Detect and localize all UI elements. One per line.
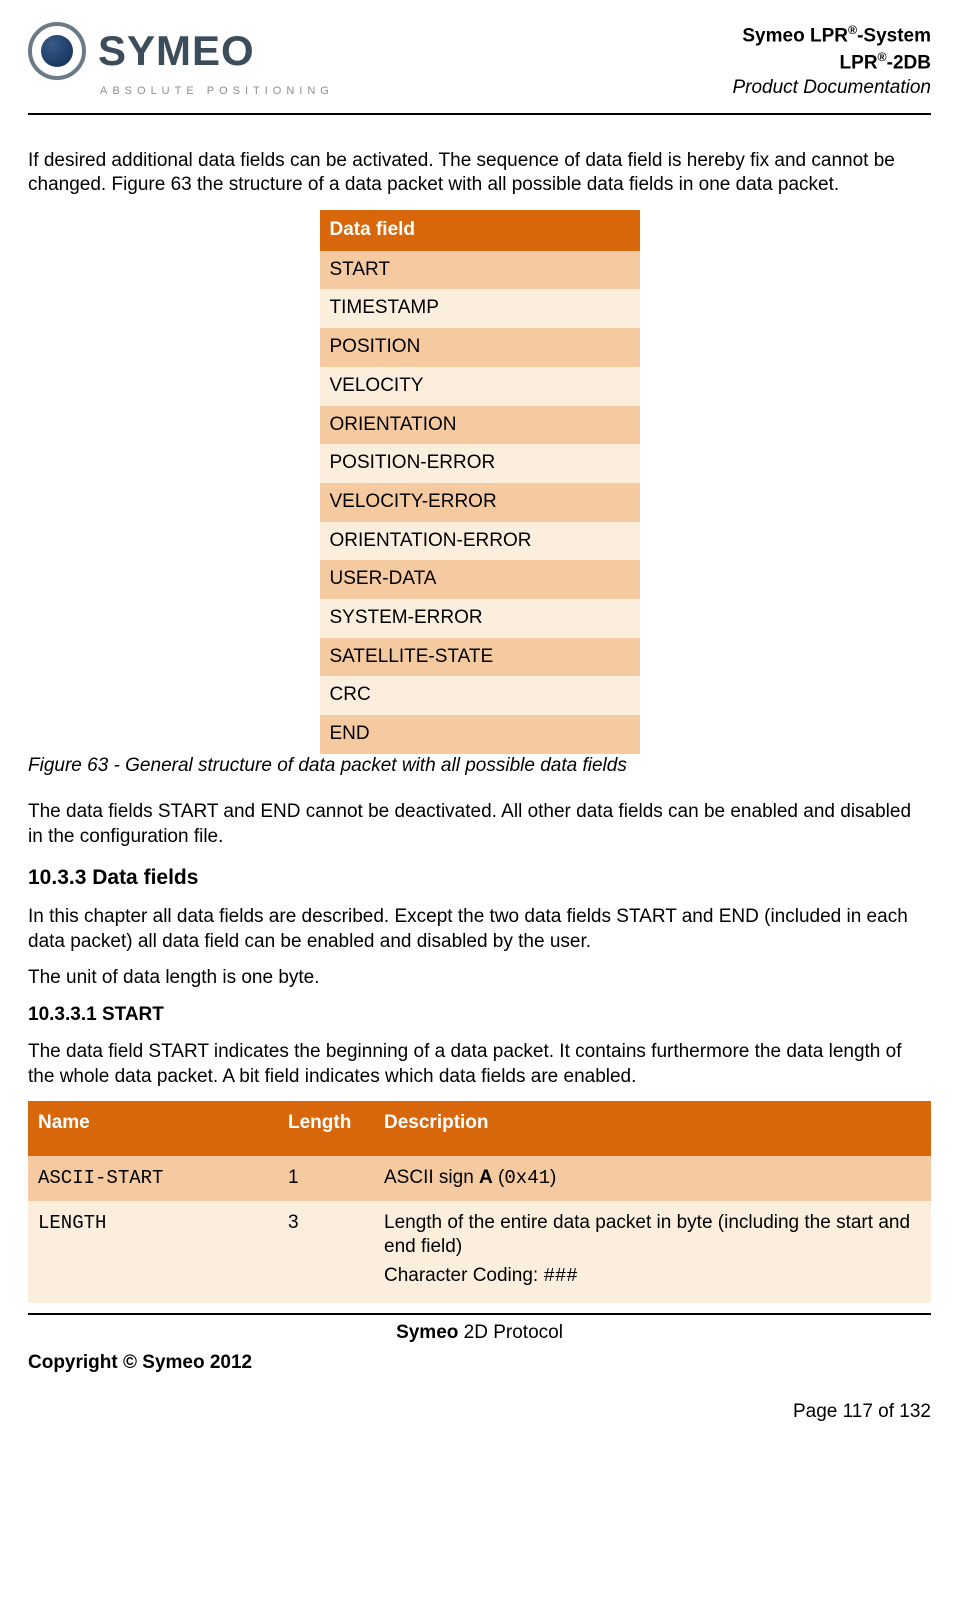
figure-caption: Figure 63 - General structure of data pa…: [28, 754, 931, 779]
row0-desc-pre: ASCII sign: [384, 1167, 479, 1188]
table-row: TIMESTAMP: [320, 289, 640, 328]
subsection-heading: 10.3.3.1 START: [28, 1003, 931, 1028]
datafield-header: Data field: [320, 210, 640, 251]
table-row: START: [320, 251, 640, 290]
start-table: Name Length Description ASCII-START 1 AS…: [28, 1101, 931, 1302]
title-line2-pre: LPR: [840, 52, 878, 73]
table-row: VELOCITY: [320, 367, 640, 406]
table-row: CRC: [320, 676, 640, 715]
datafield-table: Data field STARTTIMESTAMPPOSITIONVELOCIT…: [320, 210, 640, 754]
row0-desc: ASCII sign A (0x41): [374, 1156, 931, 1201]
datafield-cell: SATELLITE-STATE: [320, 638, 640, 677]
table-row: SATELLITE-STATE: [320, 638, 640, 677]
table-row: USER-DATA: [320, 560, 640, 599]
footer-center-rest: 2D Protocol: [458, 1322, 563, 1343]
datafield-cell: END: [320, 715, 640, 754]
table-row: VELOCITY-ERROR: [320, 483, 640, 522]
logo-icon: [28, 22, 86, 80]
footer-center-bold: Symeo: [396, 1322, 458, 1343]
row1-len: 3: [278, 1201, 374, 1303]
row0-desc-mono: 0x41: [504, 1167, 550, 1189]
logo-subtitle: ABSOLUTE POSITIONING: [100, 84, 334, 98]
table-row: LENGTH 3 Length of the entire data packe…: [28, 1201, 931, 1303]
row0-desc-close: ): [550, 1167, 556, 1188]
datafield-cell: START: [320, 251, 640, 290]
footer-rule: [28, 1313, 931, 1315]
datafield-cell: ORIENTATION: [320, 406, 640, 445]
start-col-name: Name: [28, 1101, 278, 1156]
datafield-cell: TIMESTAMP: [320, 289, 640, 328]
datafield-cell: ORIENTATION-ERROR: [320, 522, 640, 561]
datafield-cell: SYSTEM-ERROR: [320, 599, 640, 638]
row1-desc: Length of the entire data packet in byte…: [374, 1201, 931, 1303]
footer-center: Symeo 2D Protocol: [28, 1321, 931, 1346]
row1-name: LENGTH: [28, 1201, 278, 1303]
paragraph-2: The data fields START and END cannot be …: [28, 800, 931, 849]
copyright: Copyright © Symeo 2012: [28, 1351, 931, 1376]
paragraph-5: The data field START indicates the begin…: [28, 1040, 931, 1089]
datafield-cell: VELOCITY: [320, 367, 640, 406]
row0-desc-bold: A: [479, 1167, 493, 1188]
title-line2-sup: ®: [878, 50, 887, 64]
table-row: ASCII-START 1 ASCII sign A (0x41): [28, 1156, 931, 1201]
table-row: POSITION-ERROR: [320, 444, 640, 483]
paragraph-3: In this chapter all data fields are desc…: [28, 905, 931, 954]
title-line2-post: -2DB: [887, 52, 931, 73]
start-col-length: Length: [278, 1101, 374, 1156]
header-rule: [28, 113, 931, 115]
datafield-cell: VELOCITY-ERROR: [320, 483, 640, 522]
datafield-cell: POSITION-ERROR: [320, 444, 640, 483]
paragraph-4: The unit of data length is one byte.: [28, 966, 931, 991]
title-line1-post: -System: [857, 25, 931, 46]
row0-desc-open: (: [493, 1167, 505, 1188]
row0-name: ASCII-START: [28, 1156, 278, 1201]
datafield-cell: USER-DATA: [320, 560, 640, 599]
datafield-cell: CRC: [320, 676, 640, 715]
doc-title-block: Symeo LPR®-System LPR®-2DB Product Docum…: [732, 22, 931, 101]
table-row: SYSTEM-ERROR: [320, 599, 640, 638]
section-heading: 10.3.3 Data fields: [28, 864, 931, 891]
start-col-description: Description: [374, 1101, 931, 1156]
table-row: END: [320, 715, 640, 754]
table-row: ORIENTATION-ERROR: [320, 522, 640, 561]
title-line1-sup: ®: [848, 23, 857, 37]
title-line1-pre: Symeo LPR: [742, 25, 848, 46]
row1-desc-line1: Length of the entire data packet in byte…: [384, 1211, 921, 1260]
intro-paragraph: If desired additional data fields can be…: [28, 149, 931, 198]
datafield-cell: POSITION: [320, 328, 640, 367]
table-row: POSITION: [320, 328, 640, 367]
row0-len: 1: [278, 1156, 374, 1201]
page-header: SYMEO ABSOLUTE POSITIONING Symeo LPR®-Sy…: [28, 22, 931, 107]
title-line3: Product Documentation: [732, 76, 931, 101]
table-row: ORIENTATION: [320, 406, 640, 445]
row1-desc-line2-label: Character Coding:: [384, 1265, 543, 1286]
logo: SYMEO ABSOLUTE POSITIONING: [28, 22, 334, 98]
page-number: Page 117 of 132: [28, 1400, 931, 1425]
row1-desc-line2-mono: ###: [543, 1265, 577, 1287]
logo-text: SYMEO: [98, 24, 255, 79]
